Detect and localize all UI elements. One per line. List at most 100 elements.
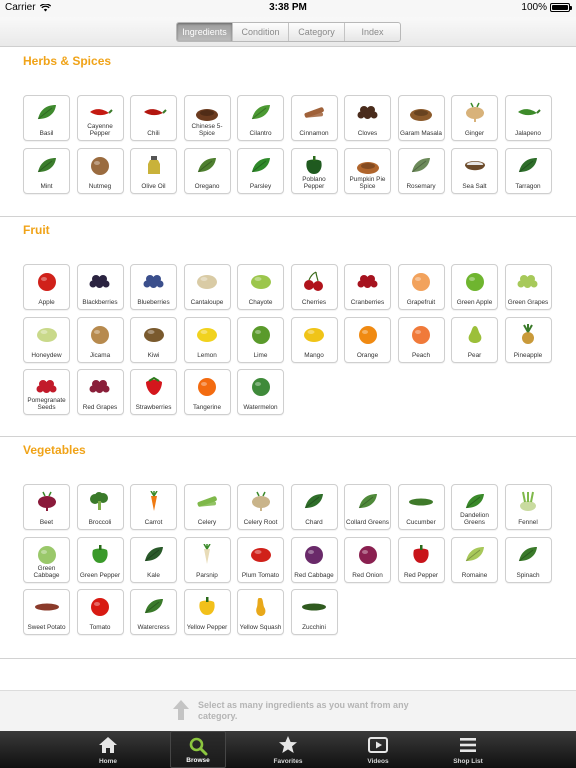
ingredient-tile-red-cabbage[interactable]: Red Cabbage <box>290 536 338 583</box>
ingredient-tile-red-grapes[interactable]: Red Grapes <box>76 369 124 415</box>
ingredient-tile-peach[interactable]: Peach <box>397 316 445 363</box>
segment-condition[interactable]: Condition <box>233 23 289 41</box>
ingredient-tile-cantaloupe[interactable]: Cantaloupe <box>183 264 231 310</box>
ingredient-tile-mint[interactable]: Mint <box>23 147 70 194</box>
ingredient-browser[interactable]: Herbs & Spices Basil Cayenne Pepper Chili Ch… <box>0 48 576 690</box>
ingredient-tile-kale[interactable]: Kale <box>130 536 177 583</box>
ingredient-tile-cayenne-pepper[interactable]: Cayenne Pepper <box>76 95 124 141</box>
rosemary-icon <box>408 155 434 175</box>
ingredient-label: Chayote <box>248 299 273 306</box>
ingredient-tile-cinnamon[interactable]: Cinnamon <box>290 95 338 141</box>
ingredient-tile-carrot[interactable]: Carrot <box>130 484 177 530</box>
ingredient-tile-plum-tomato[interactable]: Plum Tomato <box>237 536 284 583</box>
ingredient-tile-pear[interactable]: Pear <box>451 316 498 363</box>
ingredient-tile-red-onion[interactable]: Red Onion <box>344 536 391 583</box>
tab-favorites[interactable]: Favorites <box>260 731 316 768</box>
ingredient-tile-cilantro[interactable]: Cilantro <box>237 95 284 141</box>
ingredient-tile-tangerine[interactable]: Tangerine <box>183 369 231 415</box>
tab-shop-list[interactable]: Shop List <box>440 731 496 768</box>
ingredient-tile-pomegranate-seeds[interactable]: Pomegranate Seeds <box>23 369 70 415</box>
ingredient-tile-poblano-pepper[interactable]: Poblano Pepper <box>290 147 338 194</box>
tab-home[interactable]: Home <box>80 731 136 768</box>
ingredient-tile-ginger[interactable]: Ginger <box>451 95 498 141</box>
ingredient-tile-cherries[interactable]: Cherries <box>290 264 338 310</box>
ingredient-tile-collard-greens[interactable]: Collard Greens <box>344 484 391 530</box>
ingredient-tile-chili[interactable]: Chili <box>130 95 177 141</box>
ingredient-tile-oregano[interactable]: Oregano <box>183 147 231 194</box>
ingredient-tile-chayote[interactable]: Chayote <box>237 264 284 310</box>
ingredient-tile-kiwi[interactable]: Kiwi <box>130 316 177 363</box>
ingredient-tile-mango[interactable]: Mango <box>290 316 338 363</box>
segment-category[interactable]: Category <box>289 23 345 41</box>
ingredient-label: Ginger <box>464 130 485 137</box>
ingredient-label: Cayenne Pepper <box>87 123 113 137</box>
ingredient-tile-basil[interactable]: Basil <box>23 95 70 141</box>
ingredient-label: Tomato <box>89 624 111 631</box>
ingredient-tile-green-cabbage[interactable]: Green Cabbage <box>23 536 70 583</box>
tab-label: Shop List <box>453 758 483 765</box>
ingredient-tile-pineapple[interactable]: Pineapple <box>504 316 552 363</box>
ingredient-tile-spinach[interactable]: Spinach <box>504 536 552 583</box>
ingredient-tile-garam-masala[interactable]: Garam Masala <box>397 95 445 141</box>
tab-browse[interactable]: Browse <box>170 731 226 768</box>
ingredient-tile-blackberries[interactable]: Blackberries <box>76 264 124 310</box>
ingredient-label: Nutmeg <box>88 182 112 190</box>
ingredient-tile-pumpkin-pie-spice[interactable]: Pumpkin Pie Spice <box>344 147 391 194</box>
ingredient-tile-cranberries[interactable]: Cranberries <box>344 264 391 310</box>
ingredient-tile-green-grapes[interactable]: Green Grapes <box>504 264 552 310</box>
yellow-pepper-icon <box>194 596 220 616</box>
ingredient-label: Pear <box>467 351 482 359</box>
ingredient-tile-lime[interactable]: Lime <box>237 316 284 363</box>
ingredient-tile-jicama[interactable]: Jicama <box>76 316 124 363</box>
ingredient-tile-chard[interactable]: Chard <box>290 484 338 530</box>
ingredient-tile-yellow-squash[interactable]: Yellow Squash <box>237 589 284 635</box>
ingredient-tile-watercress[interactable]: Watercress <box>130 589 177 635</box>
ingredient-label: Oregano <box>194 182 220 190</box>
ingredient-tile-jalapeno[interactable]: Jalapeno <box>504 95 552 141</box>
segment-ingredients[interactable]: Ingredients <box>177 23 233 41</box>
ingredient-tile-fennel[interactable]: Fennel <box>504 484 552 530</box>
ingredient-tile-beet[interactable]: Beet <box>23 484 70 530</box>
oregano-icon <box>194 155 220 175</box>
ingredient-tile-chinese-5-spice[interactable]: Chinese 5-Spice <box>183 95 231 141</box>
ingredient-tile-parsley[interactable]: Parsley <box>237 147 284 194</box>
ingredient-tile-broccoli[interactable]: Broccoli <box>76 484 124 530</box>
ingredient-tile-celery-root[interactable]: Celery Root <box>237 484 284 530</box>
ingredient-tile-strawberries[interactable]: Strawberries <box>130 369 177 415</box>
chard-icon <box>301 491 327 511</box>
ingredient-tile-watermelon[interactable]: Watermelon <box>237 369 284 415</box>
ingredient-tile-red-pepper[interactable]: Red Pepper <box>397 536 445 583</box>
ingredient-tile-tomato[interactable]: Tomato <box>76 589 124 635</box>
ingredient-tile-apple[interactable]: Apple <box>23 264 70 310</box>
ingredient-tile-sea-salt[interactable]: Sea Salt <box>451 147 498 194</box>
cloves-icon <box>355 102 381 122</box>
cranberries-icon <box>355 271 381 291</box>
ingredient-label: Kiwi <box>147 351 160 359</box>
ingredient-tile-sweet-potato[interactable]: Sweet Potato <box>23 589 70 635</box>
ingredient-tile-cucumber[interactable]: Cucumber <box>397 484 445 530</box>
segment-index[interactable]: Index <box>345 23 400 41</box>
ingredient-tile-green-apple[interactable]: Green Apple <box>451 264 498 310</box>
ingredient-tile-lemon[interactable]: Lemon <box>183 316 231 363</box>
sweet-potato-icon <box>34 596 60 616</box>
ingredient-tile-romaine[interactable]: Romaine <box>451 536 498 583</box>
ingredient-tile-honeydew[interactable]: Honeydew <box>23 316 70 363</box>
ingredient-tile-zucchini[interactable]: Zucchini <box>290 589 338 635</box>
ingredient-tile-dandelion-greens[interactable]: Dandelion Greens <box>451 484 498 530</box>
ingredient-tile-olive-oil[interactable]: Olive Oil <box>130 147 177 194</box>
ingredient-tile-orange[interactable]: Orange <box>344 316 391 363</box>
cucumber-icon <box>408 491 434 511</box>
ingredient-tile-yellow-pepper[interactable]: Yellow Pepper <box>183 589 231 635</box>
ingredient-tile-grapefruit[interactable]: Grapefruit <box>397 264 445 310</box>
ingredient-tile-rosemary[interactable]: Rosemary <box>397 147 445 194</box>
ingredient-tile-green-pepper[interactable]: Green Pepper <box>76 536 124 583</box>
ingredient-tile-nutmeg[interactable]: Nutmeg <box>76 147 124 194</box>
ingredient-tile-cloves[interactable]: Cloves <box>344 95 391 141</box>
ingredient-tile-parsnip[interactable]: Parsnip <box>183 536 231 583</box>
ingredient-label: Yellow Squash <box>239 624 282 631</box>
ingredient-tile-tarragon[interactable]: Tarragon <box>504 147 552 194</box>
garam-masala-icon <box>408 102 434 122</box>
tab-videos[interactable]: Videos <box>350 731 406 768</box>
ingredient-tile-blueberries[interactable]: Blueberries <box>130 264 177 310</box>
ingredient-tile-celery[interactable]: Celery <box>183 484 231 530</box>
